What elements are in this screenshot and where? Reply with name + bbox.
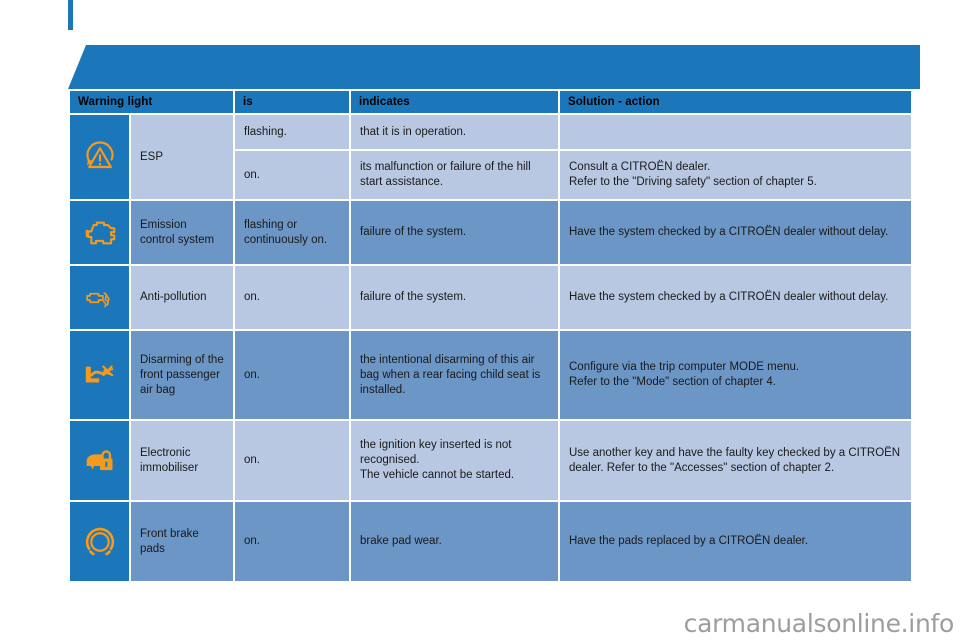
condition-is-cell: flashing or continuously on. [235, 201, 349, 264]
table-header-row: Warning light is indicates Solution - ac… [70, 91, 911, 113]
warning-light-icon-cell [70, 266, 129, 329]
warning-light-icon-cell [70, 115, 129, 199]
condition-is-cell: on. [235, 502, 349, 581]
warning-lights-table: Warning light is indicates Solution - ac… [68, 89, 913, 583]
table-row: Disarming of the front passenger air bag… [70, 331, 911, 419]
column-header-indicates: indicates [351, 91, 558, 113]
indicates-cell: failure of the system. [351, 266, 558, 329]
page-banner [68, 45, 920, 89]
table-row: Anti-pollution on. failure of the system. H… [70, 266, 911, 329]
table-row: Emission control system flashing or conti… [70, 201, 911, 264]
solution-action-cell: Have the pads replaced by a CITROËN deal… [560, 502, 911, 581]
condition-is-cell: on. [235, 266, 349, 329]
indicates-cell: brake pad wear. [351, 502, 558, 581]
condition-is-cell: on. [235, 331, 349, 419]
indicates-cell: its malfunction or failure of the hill s… [351, 151, 558, 199]
indicates-cell: that it is in operation. [351, 115, 558, 149]
passenger-airbag-disarmed-icon [70, 355, 129, 395]
warning-light-name: ESP [131, 115, 233, 199]
solution-action-cell [560, 115, 911, 149]
column-header-warning-light: Warning light [70, 91, 233, 113]
engine-check-icon [70, 214, 129, 252]
column-header-solution-action: Solution - action [560, 91, 911, 113]
condition-is-cell: on. [235, 151, 349, 199]
indicates-cell: the intentional disarming of this air ba… [351, 331, 558, 419]
esp-warning-icon [70, 137, 129, 177]
solution-action-cell: Have the system checked by a CITROËN dea… [560, 201, 911, 264]
indicates-cell: failure of the system. [351, 201, 558, 264]
table-header: Warning light is indicates Solution - ac… [70, 91, 911, 113]
table-row: ESP flashing. that it is in operation. [70, 115, 911, 199]
warning-light-icon-cell [70, 331, 129, 419]
warning-light-icon-cell [70, 201, 129, 264]
site-watermark: carmanualsonline.info [683, 609, 955, 638]
condition-is-cell: flashing. [235, 115, 349, 149]
watermark-text: carmanualsonline.info [683, 609, 955, 638]
table-row: Front brake pads on. brake pad wear. Have t… [70, 502, 911, 581]
front-brake-pads-icon [70, 522, 129, 562]
solution-action-cell: Consult a CITROËN dealer. Refer to the "D… [560, 151, 911, 199]
warning-light-name: Emission control system [131, 201, 233, 264]
table-body: ESP flashing. that it is in operation. on. i… [70, 115, 911, 581]
warning-light-icon-cell [70, 421, 129, 500]
warning-light-icon-cell [70, 502, 129, 581]
warning-light-name: Front brake pads [131, 502, 233, 581]
banner-shape [68, 45, 920, 89]
warning-light-name: Disarming of the front passenger air bag [131, 331, 233, 419]
table-row: Electronic immobiliser on. the ignition ke… [70, 421, 911, 500]
column-header-is: is [235, 91, 349, 113]
indicates-cell: the ignition key inserted is not recogni… [351, 421, 558, 500]
solution-action-cell: Use another key and have the faulty key … [560, 421, 911, 500]
warning-light-name: Electronic immobiliser [131, 421, 233, 500]
electronic-immobiliser-icon [70, 441, 129, 481]
condition-is-cell: on. [235, 421, 349, 500]
top-accent-tick [68, 0, 73, 30]
solution-action-cell: Have the system checked by a CITROËN dea… [560, 266, 911, 329]
solution-action-cell: Configure via the trip computer MODE men… [560, 331, 911, 419]
anti-pollution-exhaust-icon [70, 281, 129, 315]
warning-light-name: Anti-pollution [131, 266, 233, 329]
